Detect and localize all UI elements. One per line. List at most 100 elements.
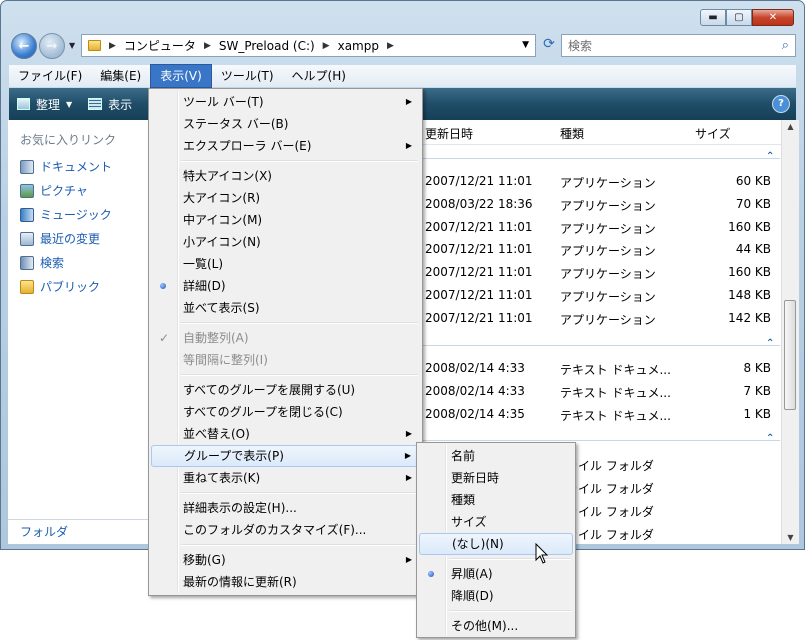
- group-item-modified[interactable]: 更新日時: [419, 467, 573, 489]
- group-collapse-icon[interactable]: ⌃: [766, 338, 774, 349]
- nav-link-pictures[interactable]: ピクチャ: [20, 182, 88, 199]
- menu-item-explorer-bar[interactable]: エクスプローラ バー(E) ▶: [151, 135, 420, 157]
- group-item-more[interactable]: その他(M)...: [419, 615, 573, 637]
- address-dropdown-icon[interactable]: ▼: [522, 40, 529, 50]
- row-date: 2007/12/21 11:01: [425, 265, 533, 279]
- nav-link-public[interactable]: パブリック: [20, 278, 100, 295]
- address-bar[interactable]: ▶ コンピュータ ▶ SW_Preload (C:) ▶ xampp ▶ ▼: [81, 34, 536, 57]
- menu-item-large-icons[interactable]: 大アイコン(R): [151, 187, 420, 209]
- menu-item-label: 等間隔に整列(I): [183, 353, 268, 367]
- menu-item-xl-icons[interactable]: 特大アイコン(X): [151, 165, 420, 187]
- column-size[interactable]: サイズ: [695, 125, 731, 142]
- menu-item-expand-groups[interactable]: すべてのグループを展開する(U): [151, 379, 420, 401]
- group-collapse-icon[interactable]: ⌃: [766, 433, 774, 444]
- maximize-button[interactable]: ▢: [726, 9, 752, 26]
- documents-icon: [20, 159, 34, 174]
- row-size: 8 KB: [743, 361, 771, 375]
- row-type: アプリケーション: [560, 244, 656, 258]
- row-type: テキスト ドキュメ...: [560, 386, 671, 400]
- menu-item-label: すべてのグループを閉じる(C): [183, 405, 343, 419]
- menu-tools[interactable]: ツール(T): [212, 65, 283, 87]
- column-type[interactable]: 種類: [560, 125, 584, 142]
- vertical-scrollbar[interactable]: ▲ ▼: [781, 120, 799, 544]
- menu-item-label: 中アイコン(M): [183, 213, 263, 227]
- pictures-icon: [20, 183, 34, 198]
- menu-item-medium-icons[interactable]: 中アイコン(M): [151, 209, 420, 231]
- group-item-descending[interactable]: 降順(D): [419, 585, 573, 607]
- breadcrumb-separator-icon[interactable]: ▶: [387, 41, 394, 51]
- menu-item-details[interactable]: 詳細(D): [151, 275, 420, 297]
- menu-item-stack-by[interactable]: 重ねて表示(K) ▶: [151, 467, 420, 489]
- chevron-down-icon: ▼: [66, 99, 73, 109]
- row-size: 44 KB: [735, 242, 771, 256]
- group-item-size[interactable]: サイズ: [419, 511, 573, 533]
- forward-button[interactable]: →: [39, 33, 65, 59]
- scroll-down-icon[interactable]: ▼: [782, 533, 799, 542]
- nav-link-documents[interactable]: ドキュメント: [20, 158, 112, 175]
- breadcrumb-folder[interactable]: xampp: [338, 39, 379, 53]
- folders-toggle[interactable]: フォルダ: [8, 519, 148, 544]
- menu-item-sort-by[interactable]: 並べ替え(O) ▶: [151, 423, 420, 445]
- menu-item-label: 重ねて表示(K): [183, 471, 261, 485]
- nav-link-search[interactable]: 検索: [20, 254, 64, 271]
- group-collapse-icon[interactable]: ⌃: [766, 151, 774, 162]
- menu-view[interactable]: 表示(V): [150, 64, 212, 88]
- menu-item-list[interactable]: 一覧(L): [151, 253, 420, 275]
- menu-item-label: 自動整列(A): [183, 331, 249, 345]
- menu-item-label: すべてのグループを展開する(U): [183, 383, 356, 397]
- menu-item-label: その他(M)...: [451, 619, 519, 633]
- row-type: アプリケーション: [560, 199, 656, 213]
- breadcrumb-drive[interactable]: SW_Preload (C:): [219, 39, 315, 53]
- menu-item-customize[interactable]: このフォルダのカスタマイズ(F)...: [151, 519, 420, 541]
- menu-separator: [181, 544, 418, 546]
- menu-item-choose-details[interactable]: 詳細表示の設定(H)...: [151, 497, 420, 519]
- minimize-button[interactable]: ▬: [700, 9, 726, 26]
- menu-file[interactable]: ファイル(F): [9, 65, 91, 87]
- menu-separator: [181, 160, 418, 162]
- menu-item-label: 移動(G): [183, 553, 226, 567]
- row-type: アプリケーション: [560, 267, 656, 281]
- menu-item-small-icons[interactable]: 小アイコン(N): [151, 231, 420, 253]
- recent-pages-dropdown[interactable]: ▼: [69, 41, 75, 50]
- breadcrumb-separator-icon[interactable]: ▶: [204, 41, 211, 51]
- menu-item-toolbars[interactable]: ツール バー(T) ▶: [151, 91, 420, 113]
- menu-help[interactable]: ヘルプ(H): [283, 65, 355, 87]
- menu-item-statusbar[interactable]: ステータス バー(B): [151, 113, 420, 135]
- group-divider: [420, 345, 780, 346]
- menu-item-group-by[interactable]: グループで表示(P) ▶: [151, 445, 420, 467]
- group-divider: [420, 158, 780, 159]
- menu-item-goto[interactable]: 移動(G) ▶: [151, 549, 420, 571]
- search-input[interactable]: 検索 ⌕: [561, 34, 796, 57]
- row-type: アプリケーション: [560, 222, 656, 236]
- menu-item-label: 特大アイコン(X): [183, 169, 272, 183]
- nav-link-music[interactable]: ミュージック: [20, 206, 112, 223]
- back-button[interactable]: ←: [11, 33, 37, 59]
- close-button[interactable]: ✕: [752, 9, 794, 26]
- nav-link-label: 検索: [40, 256, 65, 270]
- breadcrumb-computer[interactable]: コンピュータ: [124, 37, 196, 54]
- menu-item-refresh[interactable]: 最新の情報に更新(R): [151, 571, 420, 593]
- menu-item-tiles[interactable]: 並べて表示(S): [151, 297, 420, 319]
- column-modified[interactable]: 更新日時: [425, 125, 473, 142]
- nav-link-recent[interactable]: 最近の変更: [20, 230, 100, 247]
- refresh-icon[interactable]: ⟳: [539, 36, 559, 56]
- breadcrumb-separator-icon[interactable]: ▶: [109, 41, 116, 51]
- search-icon[interactable]: ⌕: [782, 38, 789, 53]
- menu-item-label: ステータス バー(B): [183, 117, 289, 131]
- menu-item-label: 名前: [451, 449, 476, 463]
- group-item-name[interactable]: 名前: [419, 445, 573, 467]
- views-button[interactable]: 表示: [80, 88, 140, 120]
- menu-edit[interactable]: 編集(E): [91, 65, 150, 87]
- menu-item-label: 最新の情報に更新(R): [183, 575, 297, 589]
- scroll-thumb[interactable]: [784, 300, 796, 410]
- help-icon[interactable]: ?: [772, 95, 790, 113]
- group-item-ascending[interactable]: 昇順(A): [419, 563, 573, 585]
- row-type: ァイル フォルダ: [566, 482, 654, 496]
- row-size: 142 KB: [728, 311, 771, 325]
- group-item-none[interactable]: (なし)(N): [419, 533, 573, 555]
- scroll-up-icon[interactable]: ▲: [782, 122, 799, 131]
- breadcrumb-separator-icon[interactable]: ▶: [323, 41, 330, 51]
- group-item-type[interactable]: 種類: [419, 489, 573, 511]
- organize-button[interactable]: 整理 ▼: [9, 88, 80, 120]
- menu-item-collapse-groups[interactable]: すべてのグループを閉じる(C): [151, 401, 420, 423]
